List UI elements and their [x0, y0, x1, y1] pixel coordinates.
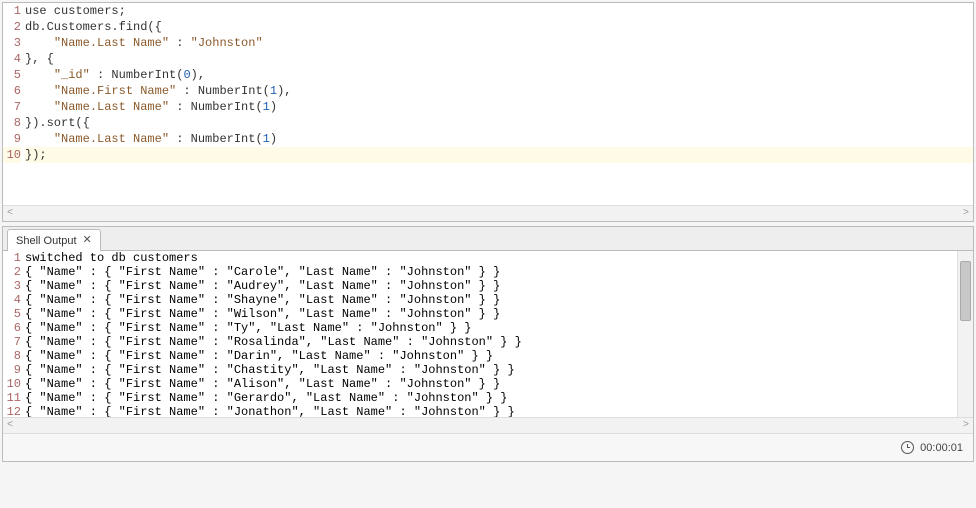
editor-lines[interactable]: use customers;db.Customers.find({ "Name.…	[25, 3, 973, 205]
editor-hscroll[interactable]: < >	[3, 205, 973, 221]
shell-output-panel: 1234567891011121314 switched to db custo…	[3, 251, 973, 461]
vscroll-thumb[interactable]	[960, 261, 971, 321]
code-editor-panel: 12345678910 use customers;db.Customers.f…	[2, 2, 974, 222]
scroll-right-icon[interactable]: >	[963, 208, 969, 219]
output-vscroll[interactable]	[957, 251, 973, 417]
scroll-left-icon[interactable]: <	[7, 208, 13, 219]
output-wrapper: Shell Output ✕ 1234567891011121314 switc…	[2, 226, 974, 462]
close-icon[interactable]: ✕	[83, 235, 92, 246]
status-bar: 00:00:01	[3, 433, 973, 461]
scroll-left-icon[interactable]: <	[7, 420, 13, 431]
tab-shell-output[interactable]: Shell Output ✕	[7, 229, 101, 251]
output-tabbar: Shell Output ✕	[3, 227, 973, 251]
output-lines[interactable]: switched to db customers{ "Name" : { "Fi…	[25, 251, 957, 417]
clock-icon	[901, 441, 914, 454]
code-editor[interactable]: 12345678910 use customers;db.Customers.f…	[3, 3, 973, 205]
tab-label: Shell Output	[16, 235, 77, 247]
output-gutter: 1234567891011121314	[3, 251, 25, 417]
elapsed-time: 00:00:01	[920, 442, 963, 454]
scroll-right-icon[interactable]: >	[963, 420, 969, 431]
output-hscroll[interactable]: < >	[3, 417, 973, 433]
editor-gutter: 12345678910	[3, 3, 25, 205]
